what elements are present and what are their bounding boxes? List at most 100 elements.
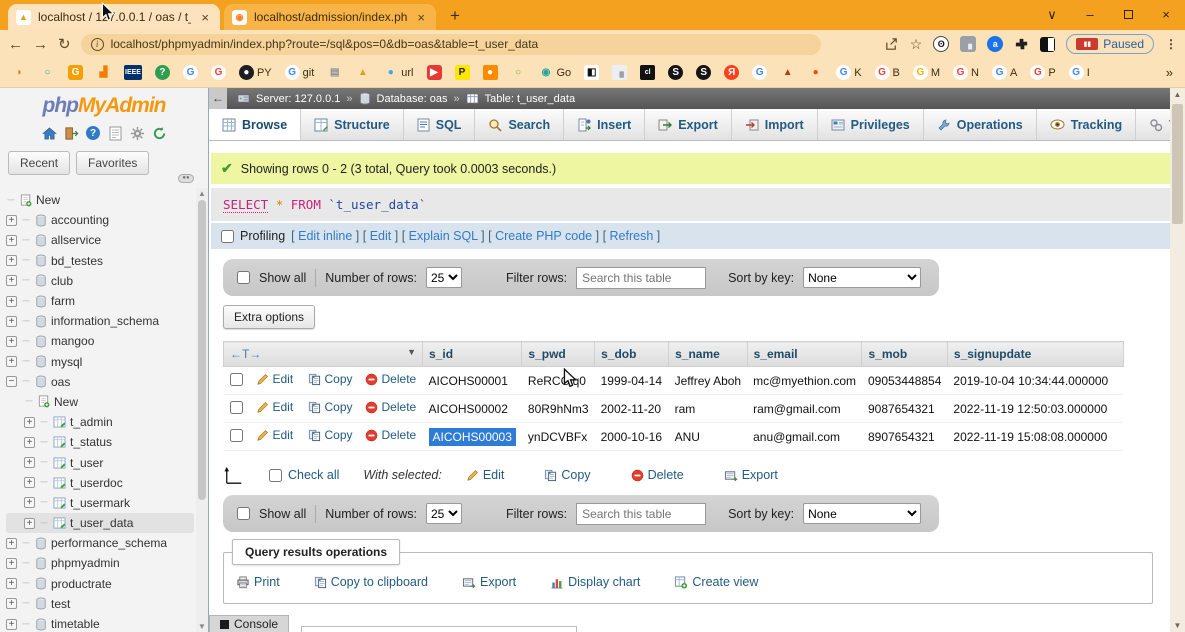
back-icon[interactable]: ← xyxy=(8,36,23,53)
extension-panda-icon[interactable]: ʘ xyxy=(933,36,949,52)
expand-icon[interactable]: + xyxy=(24,518,35,529)
bookmark-item[interactable]: S xyxy=(668,65,683,80)
bookmark-item[interactable]: G xyxy=(183,65,198,80)
profiling-checkbox[interactable] xyxy=(221,230,234,243)
expand-icon[interactable]: + xyxy=(24,437,35,448)
address-bar[interactable]: i localhost/phpmyadmin/index.php?route=/… xyxy=(81,34,821,55)
bookmark-item[interactable]: ●PY xyxy=(239,65,272,80)
pma-tab-search[interactable]: Search xyxy=(475,109,564,140)
home-icon[interactable] xyxy=(41,125,57,141)
profiling-link[interactable]: Edit xyxy=(370,229,392,243)
expand-icon[interactable]: + xyxy=(24,497,35,508)
row-delete-link[interactable]: Delete xyxy=(365,400,417,414)
column-header-s_mob[interactable]: s_mob xyxy=(862,342,947,367)
pma-tab-privileges[interactable]: Privileges xyxy=(818,109,924,140)
num-rows-select[interactable]: 25 xyxy=(426,503,462,524)
column-header-s_name[interactable]: s_name xyxy=(669,342,748,367)
query-op-display-chart[interactable]: Display chart xyxy=(550,575,640,589)
expand-icon[interactable]: + xyxy=(6,275,17,286)
check-all-checkbox[interactable] xyxy=(269,469,282,482)
bookmark-item[interactable]: ◧ xyxy=(584,65,599,80)
refresh-icon[interactable] xyxy=(151,125,167,141)
tree-item-mangoo[interactable]: +─mangoo xyxy=(6,331,194,351)
docs-icon[interactable] xyxy=(107,125,123,141)
tree-item-timetable[interactable]: +─timetable xyxy=(6,614,194,632)
row-checkbox[interactable] xyxy=(230,373,243,386)
collapse-icon[interactable]: − xyxy=(6,376,17,387)
filter-rows-input[interactable] xyxy=(576,503,706,525)
forward-icon[interactable]: → xyxy=(33,36,48,53)
bookmark-item[interactable]: G xyxy=(752,65,767,80)
expand-icon[interactable]: + xyxy=(24,417,35,428)
bookmark-item[interactable]: ▲ xyxy=(355,65,370,80)
grid-actions-header[interactable]: ←T→▼ xyxy=(224,342,423,367)
settings-gear-icon[interactable] xyxy=(129,125,145,141)
bookmark-item[interactable]: IEEE xyxy=(124,65,142,80)
bookmark-item[interactable]: G xyxy=(211,65,226,80)
bookmark-item[interactable]: ●url xyxy=(383,65,413,80)
expand-icon[interactable]: + xyxy=(6,356,17,367)
site-info-icon[interactable]: i xyxy=(91,38,104,51)
column-header-s_dob[interactable]: s_dob xyxy=(595,342,669,367)
bookmark-item[interactable]: GB xyxy=(875,65,900,80)
maximize-button[interactable] xyxy=(1109,0,1147,30)
expand-icon[interactable]: + xyxy=(6,598,17,609)
bookmark-item[interactable]: Ggit xyxy=(285,65,315,80)
bookmark-item[interactable]: ▤ xyxy=(327,65,342,80)
breadcrumb-table[interactable]: Table: t_user_data xyxy=(485,93,576,105)
row-checkbox[interactable] xyxy=(230,429,243,442)
query-op-copy-to-clipboard[interactable]: Copy to clipboard xyxy=(314,575,428,589)
filter-rows-input[interactable] xyxy=(576,267,706,289)
bookmark-item[interactable]: GM xyxy=(913,65,940,80)
row-delete-link[interactable]: Delete xyxy=(365,428,417,442)
close-button[interactable]: × xyxy=(1147,0,1185,30)
extensions-puzzle-icon[interactable] xyxy=(1014,37,1029,52)
with-selected-copy[interactable]: Copy xyxy=(544,468,590,482)
page-scroll-thumb[interactable] xyxy=(1172,104,1183,224)
breadcrumb-database[interactable]: Database: oas xyxy=(377,93,448,105)
scroll-up-icon[interactable]: ▲ xyxy=(196,189,208,198)
query-op-export[interactable]: Export xyxy=(462,575,516,589)
tab-close-icon[interactable]: × xyxy=(414,10,428,25)
tree-item-farm[interactable]: +─farm xyxy=(6,291,194,311)
row-edit-link[interactable]: Edit xyxy=(256,428,294,442)
pma-tab-operations[interactable]: Operations xyxy=(924,109,1037,140)
bookmark-item[interactable]: ▶ xyxy=(427,65,442,80)
pma-tab-tracking[interactable]: Tracking xyxy=(1037,109,1136,140)
tree-item-bd_testes[interactable]: +─bd_testes xyxy=(6,251,194,271)
scroll-up-icon[interactable]: ▲ xyxy=(1170,90,1185,99)
bookmark-star-icon[interactable]: ☆ xyxy=(910,36,923,53)
expand-icon[interactable]: + xyxy=(6,215,17,226)
pma-logo[interactable]: phpMyAdmin xyxy=(0,88,208,118)
bookmark-item[interactable]: GI xyxy=(1069,65,1090,80)
tree-item-t_admin[interactable]: +─t_admin xyxy=(6,412,194,432)
sort-key-select[interactable]: None xyxy=(803,267,921,288)
column-header-s_id[interactable]: s_id xyxy=(423,342,522,367)
expand-icon[interactable]: + xyxy=(6,336,17,347)
pma-tab-sql[interactable]: SQL xyxy=(404,109,476,140)
tree-item-productrate[interactable]: +─productrate xyxy=(6,574,194,594)
tree-item-test[interactable]: +─test xyxy=(6,594,194,614)
tree-item-club[interactable]: +─club xyxy=(6,271,194,291)
profiling-link[interactable]: Refresh xyxy=(610,229,654,243)
share-icon[interactable] xyxy=(884,37,899,52)
favorites-button[interactable]: Favorites xyxy=(76,151,149,175)
show-all-checkbox[interactable] xyxy=(237,271,250,284)
bookmark-item[interactable]: ● xyxy=(483,65,498,80)
bookmark-item[interactable]: ◗ xyxy=(12,65,27,80)
bookmark-item[interactable]: G xyxy=(68,65,83,80)
column-header-s_pwd[interactable]: s_pwd xyxy=(522,342,595,367)
bookmark-item[interactable]: GK xyxy=(836,65,861,80)
tree-item-allservice[interactable]: +─allservice xyxy=(6,230,194,250)
tree-item-new[interactable]: ─New xyxy=(6,190,194,210)
expand-icon[interactable]: + xyxy=(6,296,17,307)
row-delete-link[interactable]: Delete xyxy=(365,372,417,386)
tree-item-t_user[interactable]: +─t_user xyxy=(6,452,194,472)
tree-item-accounting[interactable]: +─accounting xyxy=(6,210,194,230)
extra-options-button[interactable]: Extra options xyxy=(223,305,315,329)
tree-item-t_userdoc[interactable]: +─t_userdoc xyxy=(6,473,194,493)
bookmark-item[interactable]: P xyxy=(455,65,470,80)
num-rows-select[interactable]: 25 xyxy=(426,267,462,288)
show-all-checkbox[interactable] xyxy=(237,507,250,520)
browser-tab-admission[interactable]: ◉ localhost/admission/index.php × xyxy=(224,4,436,30)
